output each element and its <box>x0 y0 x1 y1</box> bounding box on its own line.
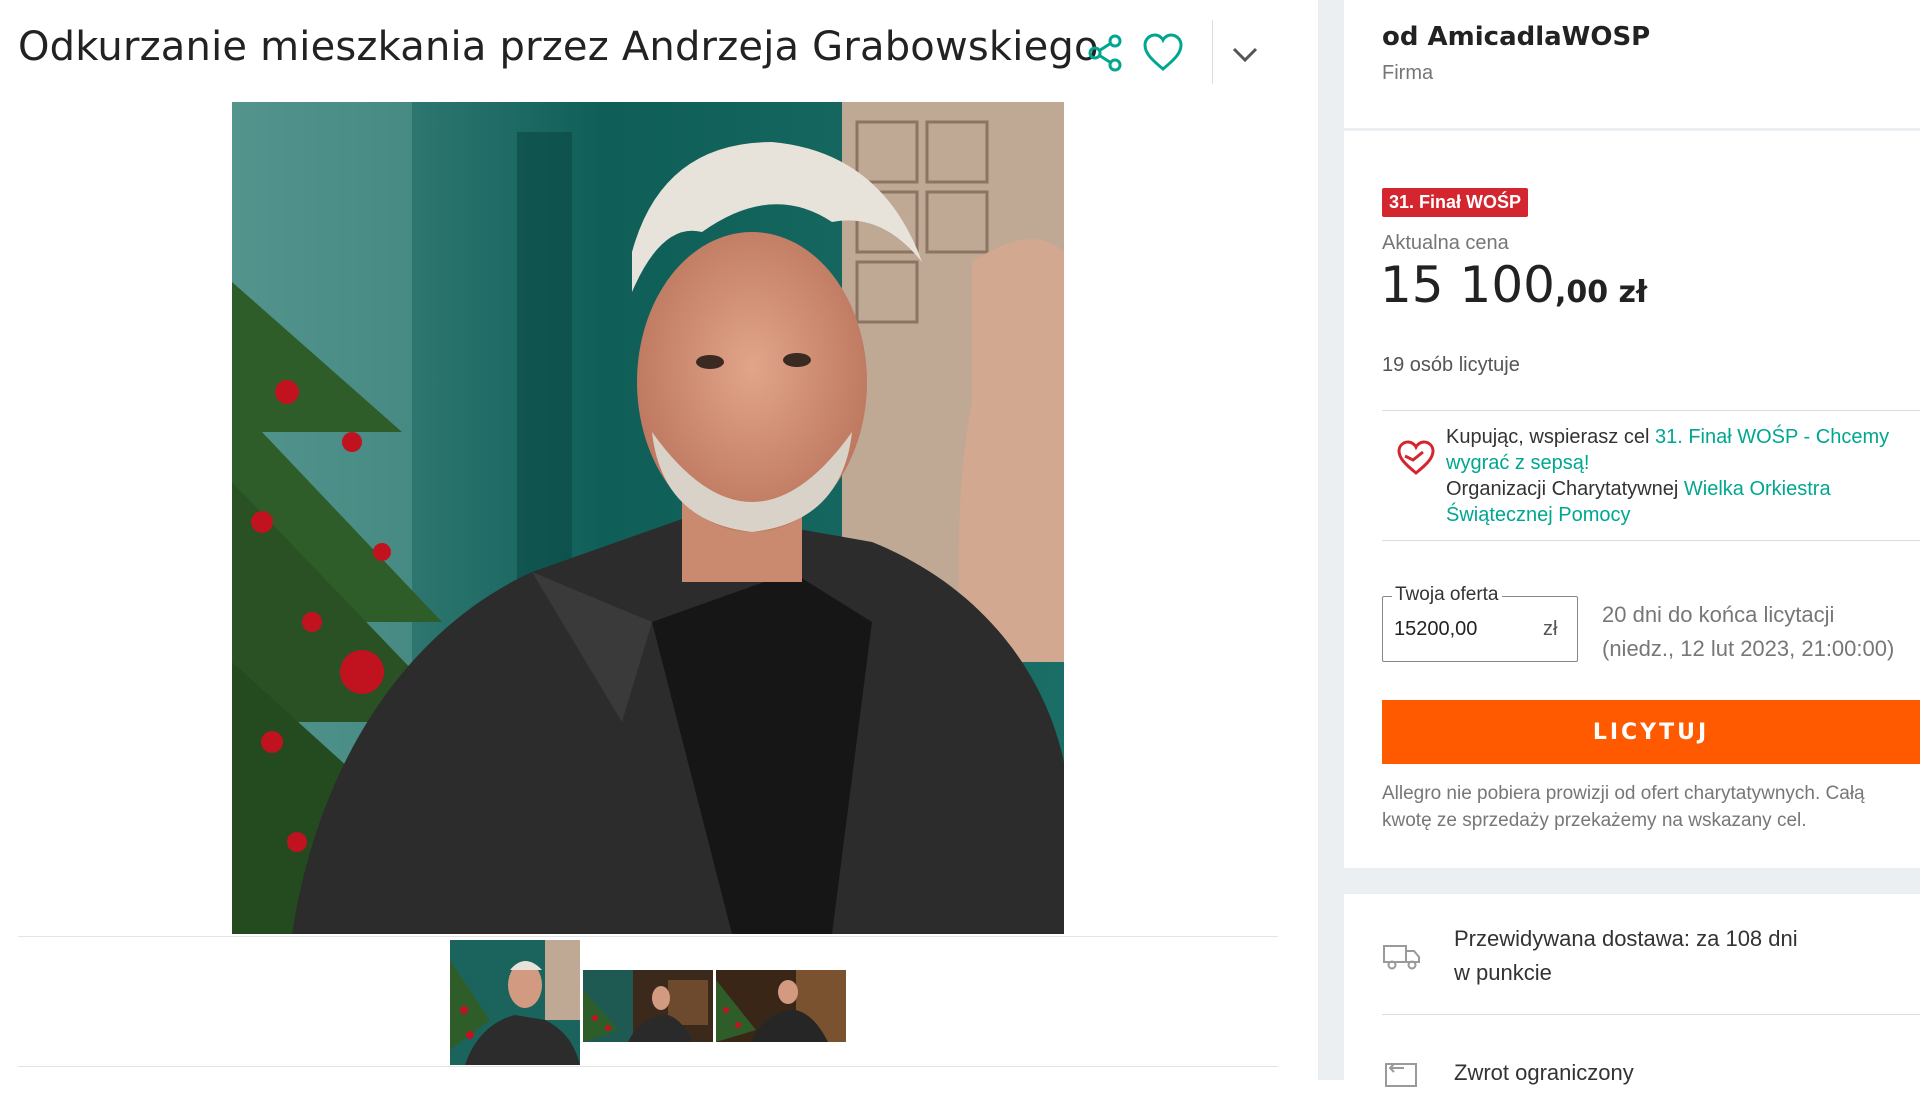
return-policy[interactable]: Zwrot ograniczony <box>1454 1060 1634 1086</box>
page-title: Odkurzanie mieszkania przez Andrzeja Gra… <box>18 24 1099 70</box>
offer-currency: zł <box>1543 618 1558 640</box>
return-icon <box>1382 1058 1422 1093</box>
divider-3 <box>1382 1014 1920 1015</box>
delivery-line-2: w punkcie <box>1454 960 1552 985</box>
divider-1 <box>1382 410 1920 411</box>
delivery-info: Przewidywana dostawa: za 108 dni w punkc… <box>1454 922 1798 990</box>
wosp-badge: 31. Finał WOŚP <box>1382 188 1529 217</box>
seller-type: Firma <box>1382 62 1434 84</box>
title-actions-divider <box>1212 20 1213 84</box>
favorite-button[interactable] <box>1134 24 1192 82</box>
charity-prefix: Kupując, wspierasz cel <box>1446 426 1655 448</box>
thumbnail-2[interactable] <box>583 970 713 1042</box>
deadline-date: (niedz., 12 lut 2023, 21:00:00) <box>1602 636 1895 661</box>
divider-2 <box>1382 540 1920 541</box>
share-icon <box>1088 34 1122 72</box>
title-actions <box>1076 18 1192 88</box>
gallery-divider-top <box>18 936 1278 937</box>
gallery-divider-bottom <box>18 1066 1278 1067</box>
current-price: 15 100,00 zł <box>1380 256 1647 314</box>
charity-notice-line-1: Allegro nie pobiera prowizji od ofert ch… <box>1382 783 1865 804</box>
thumbnail-3[interactable] <box>716 970 846 1042</box>
price-main: 15 100 <box>1380 256 1555 314</box>
seller-separator <box>1344 128 1920 131</box>
chevron-down-icon <box>1232 47 1258 63</box>
heart-icon <box>1143 33 1183 71</box>
share-button[interactable] <box>1076 24 1134 82</box>
charity-heart-icon <box>1396 438 1436 483</box>
bid-button[interactable]: LICYTUJ <box>1382 700 1920 764</box>
thumbnail-1[interactable] <box>448 938 582 1067</box>
panel-gap <box>1344 868 1920 894</box>
charity-org-prefix: Organizacji Charytatywnej <box>1446 478 1684 500</box>
column-gutter <box>1318 0 1344 1080</box>
price-fraction: ,00 zł <box>1554 275 1648 310</box>
bidders-count: 19 osób licytuje <box>1382 354 1520 376</box>
price-label: Aktualna cena <box>1382 232 1509 254</box>
more-options-button[interactable] <box>1220 26 1270 82</box>
seller-name[interactable]: od AmicadlaWOSP <box>1382 22 1650 52</box>
truck-icon <box>1382 940 1422 977</box>
auction-deadline: 20 dni do końca licytacji (niedz., 12 lu… <box>1602 598 1894 666</box>
charity-notice: Allegro nie pobiera prowizji od ofert ch… <box>1382 780 1920 834</box>
delivery-line-1: Przewidywana dostawa: za 108 dni <box>1454 926 1798 951</box>
charity-notice-line-2: kwotę ze sprzedaży przekażemy na wskazan… <box>1382 810 1807 831</box>
deadline-days: 20 dni do końca licytacji <box>1602 602 1835 627</box>
offer-field-label: Twoja oferta <box>1392 584 1502 606</box>
main-product-image[interactable] <box>232 102 1064 934</box>
offer-input[interactable] <box>1394 614 1524 644</box>
